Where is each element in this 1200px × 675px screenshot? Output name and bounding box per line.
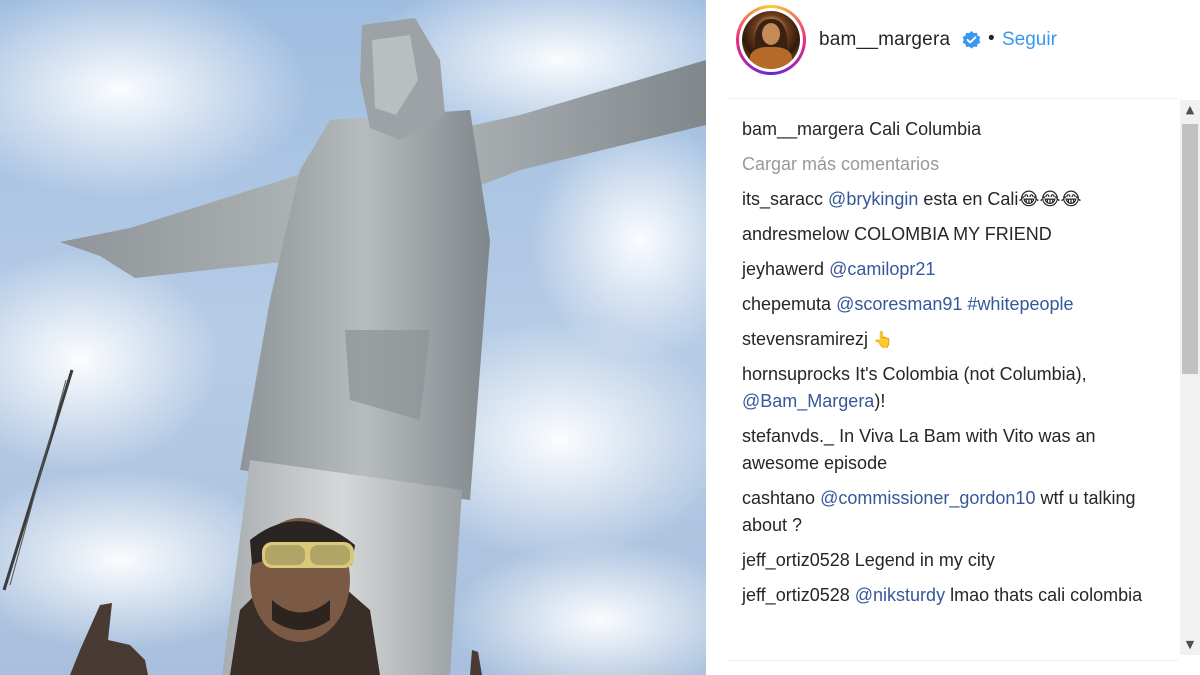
comment-hashtag[interactable]: #whitepeople [967, 294, 1073, 314]
post-photo[interactable] [0, 0, 706, 675]
comment-item: its_saracc @brykingin esta en Cali😂😂😂 [742, 186, 1162, 213]
post-sidebar: bam__margera • Seguir bam__margera Cali … [706, 0, 1200, 675]
comment-text: COLOMBIA MY FRIEND [854, 224, 1052, 244]
caption-text: Cali Columbia [869, 119, 982, 139]
comment-username[interactable]: andresmelow [742, 224, 849, 244]
comment-item: cashtano @commissioner_gordon10 wtf u ta… [742, 485, 1162, 539]
avatar-face [762, 23, 780, 45]
comment-item: andresmelow COLOMBIA MY FRIEND [742, 221, 1162, 248]
load-more-comments-button[interactable]: Cargar más comentarios [742, 151, 1162, 178]
comment-username[interactable]: cashtano [742, 488, 815, 508]
comment-mention[interactable]: @Bam_Margera [742, 391, 874, 411]
scroll-down-arrow-icon[interactable]: ▼ [1180, 635, 1200, 655]
verified-badge-icon [962, 31, 981, 49]
comment-mention[interactable]: @commissioner_gordon10 [820, 488, 1035, 508]
comment-text: It's Colombia (not Columbia), [855, 364, 1087, 384]
comment-text-after: )! [874, 391, 886, 411]
comment-mention[interactable]: @camilopr21 [829, 259, 935, 279]
comment-item: jeyhawerd @camilopr21 [742, 256, 1162, 283]
scroll-up-arrow-icon[interactable]: ▲ [1180, 100, 1200, 120]
comment-mention[interactable]: @scoresman91 [836, 294, 962, 314]
avatar-border [739, 8, 803, 72]
comment-username[interactable]: chepemuta [742, 294, 831, 314]
comment-mention[interactable]: @niksturdy [855, 585, 945, 605]
comment-item: stevensramirezj 👆 [742, 326, 1162, 353]
comment-username[interactable]: jeff_ortiz0528 [742, 550, 850, 570]
comment-mention[interactable]: @brykingin [828, 189, 918, 209]
comment-item: jeff_ortiz0528 Legend in my city [742, 547, 1162, 574]
avatar-robe [750, 47, 792, 69]
statue-photo-image [0, 0, 706, 675]
comment-username[interactable]: its_saracc [742, 189, 823, 209]
comments-scrollbar[interactable]: ▲ ▼ [1180, 100, 1200, 655]
post-header: bam__margera • Seguir [706, 0, 1200, 82]
comment-item: jeff_ortiz0528 @niksturdy lmao thats cal… [742, 582, 1162, 609]
comments-list: bam__margera Cali Columbia Cargar más co… [742, 116, 1162, 617]
comment-username[interactable]: jeff_ortiz0528 [742, 585, 850, 605]
caption-username[interactable]: bam__margera [742, 119, 864, 139]
comment-text: esta en Cali😂😂😂 [918, 189, 1082, 209]
comment-text: 👆 [873, 330, 893, 349]
header-divider [728, 98, 1178, 99]
comment-item: hornsuprocks It's Colombia (not Columbia… [742, 361, 1162, 415]
comment-username[interactable]: jeyhawerd [742, 259, 824, 279]
author-username[interactable]: bam__margera [819, 29, 950, 51]
author-avatar[interactable] [736, 5, 806, 75]
header-separator: • [988, 28, 995, 49]
avatar-image [742, 11, 800, 69]
comment-item: stefanvds._ In Viva La Bam with Vito was… [742, 423, 1162, 477]
comment-text: lmao thats cali colombia [945, 585, 1143, 605]
comment-username[interactable]: hornsuprocks [742, 364, 850, 384]
comment-item: chepemuta @scoresman91 #whitepeople [742, 291, 1162, 318]
scrollbar-thumb[interactable] [1182, 124, 1198, 374]
bottom-divider [728, 660, 1178, 661]
comment-username[interactable]: stevensramirezj [742, 329, 868, 349]
comment-username[interactable]: stefanvds._ [742, 426, 834, 446]
follow-button[interactable]: Seguir [1002, 29, 1057, 51]
comment-text: Legend in my city [854, 550, 995, 570]
post-caption: bam__margera Cali Columbia [742, 116, 1162, 143]
